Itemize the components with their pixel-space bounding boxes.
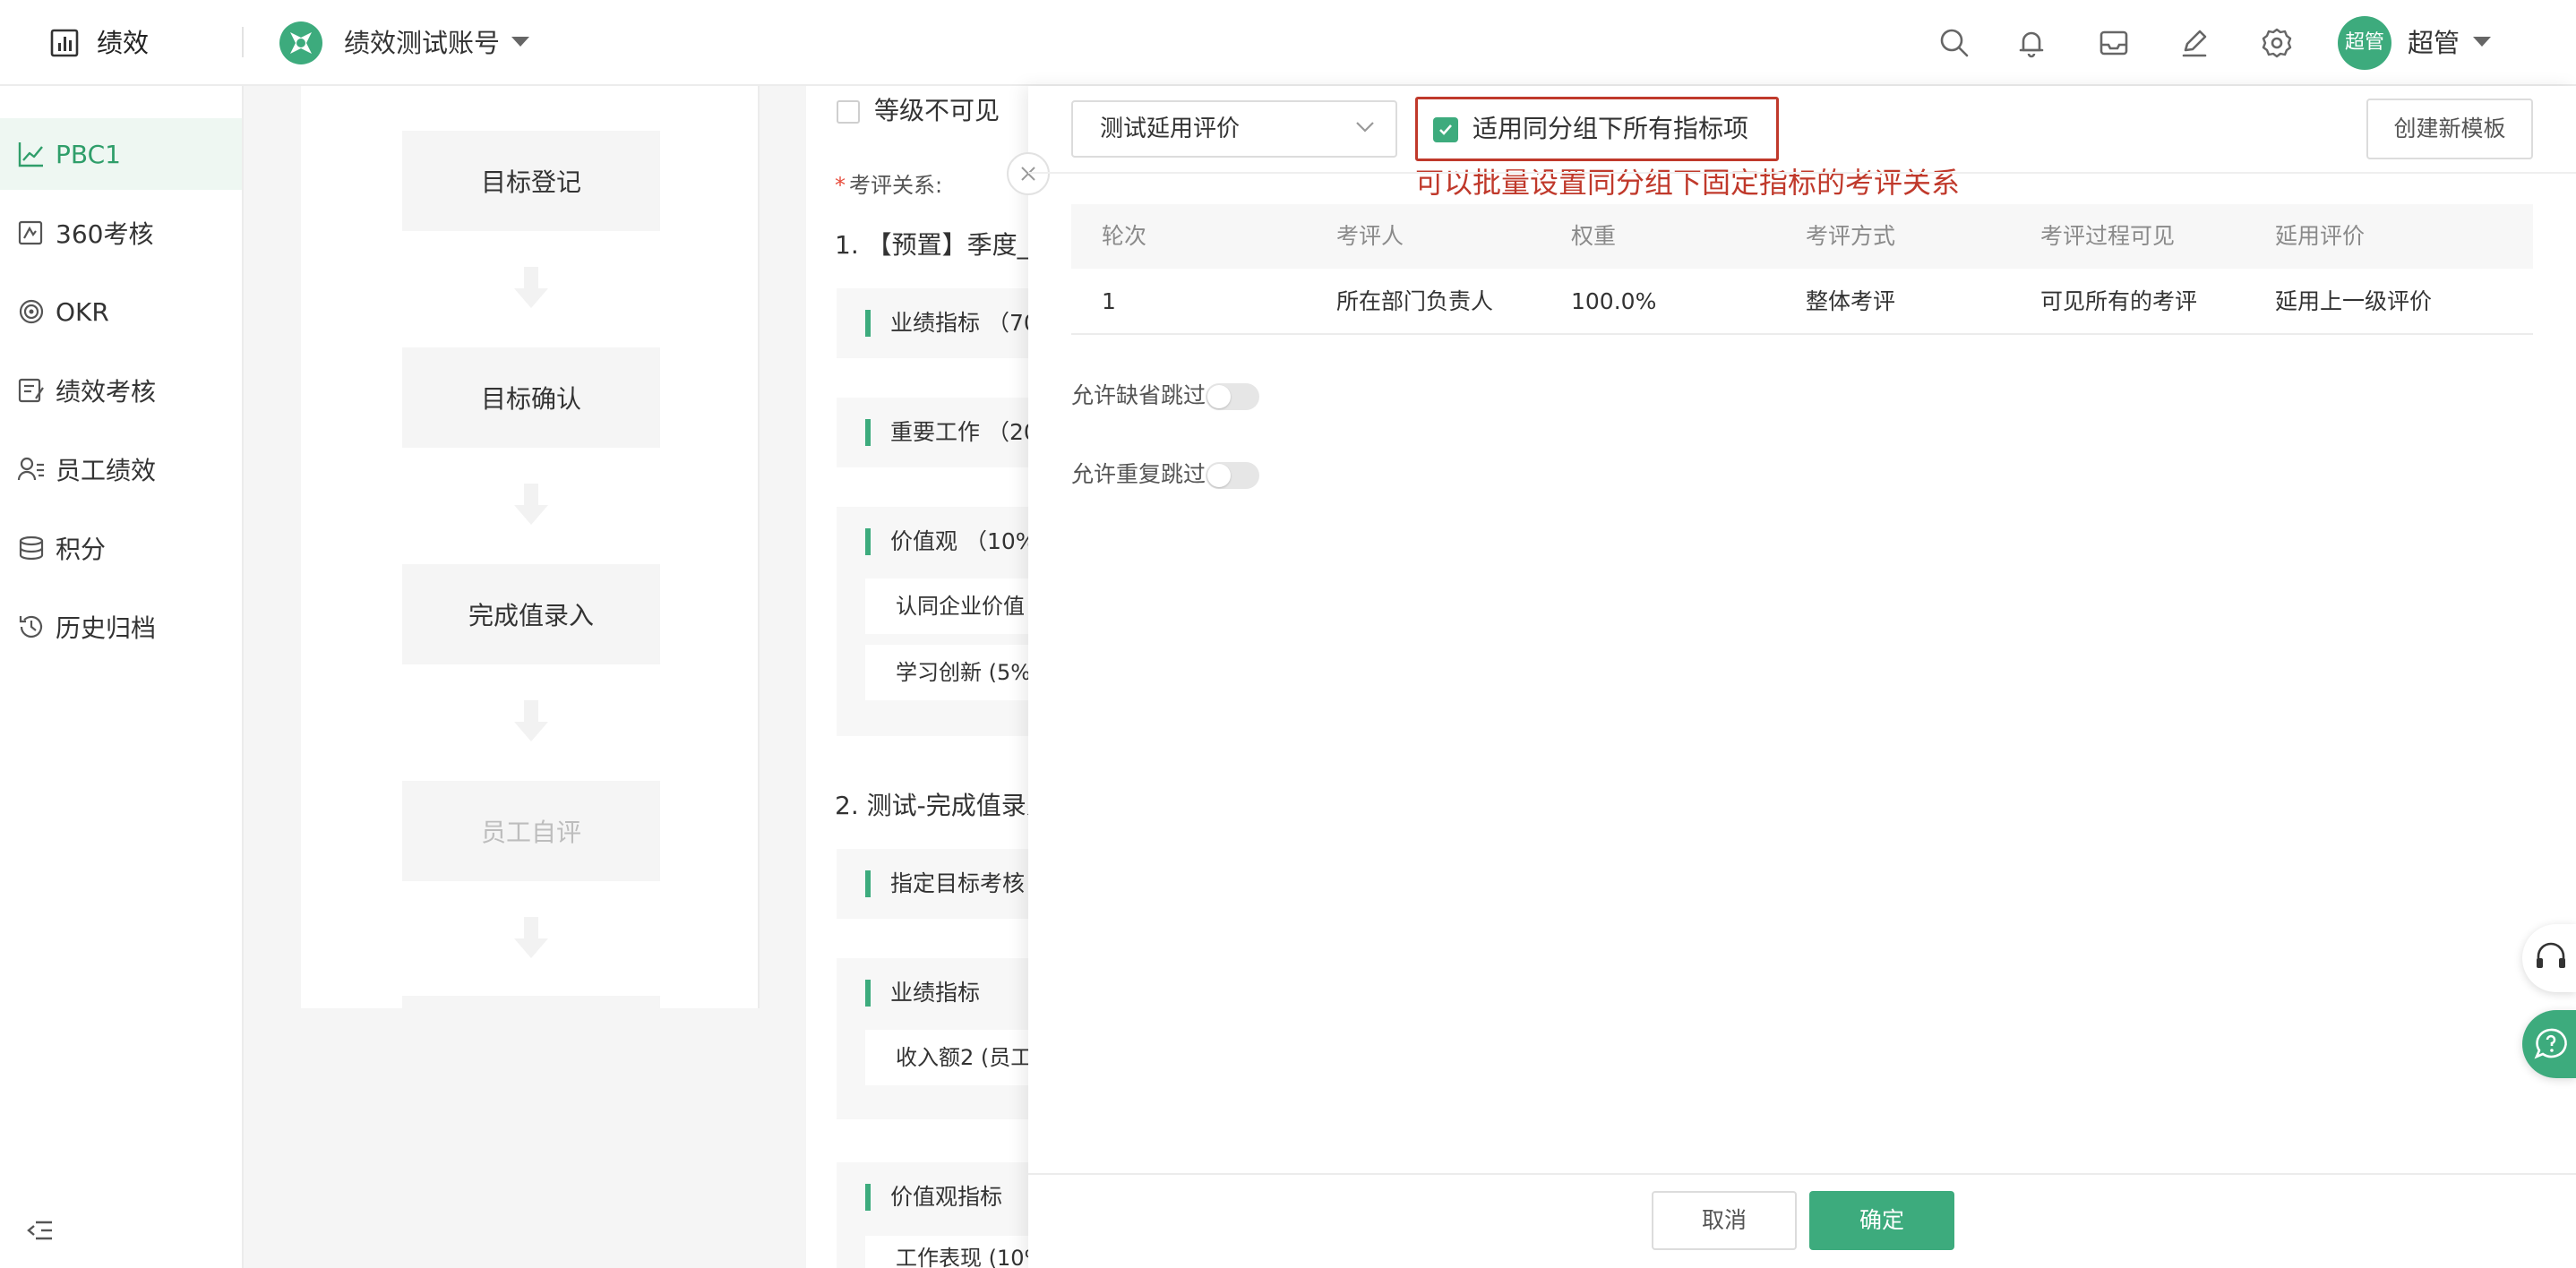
flow-step-next — [402, 996, 660, 1010]
column-header: 考评方式 — [1806, 223, 1896, 249]
bar-chart-icon — [48, 27, 81, 59]
column-header: 延用评价 — [2275, 223, 2366, 249]
app-name[interactable]: 绩效 — [97, 23, 149, 63]
search-icon[interactable] — [1936, 25, 1972, 61]
form-icon — [16, 375, 47, 406]
cancel-button[interactable]: 取消 — [1652, 1191, 1797, 1250]
level-invisible-checkbox[interactable] — [837, 100, 860, 124]
flow-step-target-confirm[interactable]: 目标确认 — [402, 347, 660, 448]
coins-icon — [16, 533, 47, 563]
flow-step-value-entry[interactable]: 完成值录入 — [402, 564, 660, 664]
close-icon — [1019, 165, 1037, 183]
review-icon — [16, 218, 47, 248]
required-mark: * — [835, 173, 846, 198]
table-cell: 可见所有的考评 — [2040, 288, 2198, 314]
user-list-icon — [16, 454, 47, 484]
table-cell: 整体考评 — [1806, 288, 1896, 314]
sidebar-item-label: 360考核 — [56, 219, 154, 249]
sidebar-item-pbc1[interactable]: PBC1 — [0, 118, 242, 190]
headset-icon — [2533, 940, 2569, 976]
allow-skip-repeat-label: 允许重复跳过 — [1071, 461, 1206, 487]
user-name[interactable]: 超管 — [2408, 23, 2460, 63]
chart-line-icon — [16, 139, 47, 169]
gear-icon[interactable] — [2259, 25, 2295, 61]
sidebar-item-label: PBC1 — [56, 139, 121, 169]
column-header: 轮次 — [1102, 223, 1147, 249]
chat-help-icon — [2533, 1026, 2569, 1062]
sidebar-item-360[interactable]: 360考核 — [0, 197, 242, 269]
arrow-down-icon — [511, 700, 552, 743]
inbox-icon[interactable] — [2096, 25, 2132, 61]
table-cell: 1 — [1102, 288, 1116, 314]
review-relation-label: 考评关系: — [849, 173, 943, 198]
column-header: 权重 — [1571, 223, 1617, 249]
sidebar-item-points[interactable]: 积分 — [0, 512, 242, 584]
bell-icon[interactable] — [2014, 25, 2049, 61]
sidebar-item-label: 绩效考核 — [56, 377, 157, 407]
table-header: 轮次 考评人 权重 考评方式 考评过程可见 延用评价 — [1071, 204, 2533, 269]
user-caret-down-icon[interactable] — [2472, 36, 2492, 48]
level-invisible-label: 等级不可见 — [874, 96, 1000, 125]
apply-all-checkbox[interactable] — [1433, 117, 1458, 142]
history-icon — [16, 612, 47, 642]
company-logo — [278, 20, 324, 66]
table-cell: 所在部门负责人 — [1336, 288, 1494, 314]
chevron-down-icon[interactable] — [1354, 120, 1376, 134]
apply-all-label[interactable]: 适用同分组下所有指标项 — [1473, 109, 1748, 149]
collapse-sidebar-icon[interactable] — [23, 1214, 56, 1247]
toggle-knob — [1207, 385, 1231, 408]
sidebar-item-employee-performance[interactable]: 员工绩效 — [0, 433, 242, 505]
arrow-down-icon — [511, 267, 552, 310]
column-header: 考评过程可见 — [2040, 223, 2176, 249]
sidebar-item-history[interactable]: 历史归档 — [0, 591, 242, 663]
avatar[interactable]: 超管 — [2338, 16, 2391, 70]
arrow-down-icon — [511, 917, 552, 960]
group-title: 2. 测试-完成值录入 — [835, 791, 1052, 820]
confirm-button[interactable]: 确定 — [1809, 1191, 1954, 1250]
create-template-button[interactable]: 创建新模板 — [2366, 99, 2533, 159]
annotation-text: 可以批量设置同分组下固定指标的考评关系 — [1415, 166, 1961, 200]
close-button[interactable] — [1007, 152, 1050, 195]
footer-divider — [1028, 1173, 2576, 1175]
sidebar-item-label: OKR — [56, 296, 109, 327]
arrow-down-icon — [511, 484, 552, 527]
table-cell: 延用上一级评价 — [2275, 288, 2433, 314]
group-title: 1. 【预置】季度_ — [835, 230, 1030, 260]
sidebar-item-performance-review[interactable]: 绩效考核 — [0, 355, 242, 426]
caret-down-icon[interactable] — [511, 36, 530, 48]
allow-skip-repeat-toggle[interactable] — [1206, 462, 1259, 489]
table-row[interactable]: 1 所在部门负责人 100.0% 整体考评 可见所有的考评 延用上一级评价 — [1071, 269, 2533, 335]
sidebar-item-label: 员工绩效 — [56, 456, 157, 485]
toggle-knob — [1207, 464, 1231, 487]
flow-step-target-register[interactable]: 目标登记 — [402, 131, 660, 231]
edit-icon[interactable] — [2177, 25, 2212, 61]
allow-skip-default-label: 允许缺省跳过 — [1071, 382, 1206, 408]
account-switcher[interactable]: 绩效测试账号 — [344, 23, 500, 63]
table-cell: 100.0% — [1571, 288, 1657, 314]
sidebar-item-label: 历史归档 — [56, 613, 157, 643]
divider — [1028, 172, 2576, 174]
allow-skip-default-toggle[interactable] — [1206, 383, 1259, 410]
header-divider — [242, 27, 244, 57]
target-icon — [16, 296, 47, 327]
template-select[interactable]: 测试延用评价 — [1071, 100, 1397, 158]
flow-step-self-review[interactable]: 员工自评 — [402, 781, 660, 881]
sidebar-item-label: 积分 — [56, 535, 107, 564]
sidebar-item-okr[interactable]: OKR — [0, 276, 242, 347]
column-header: 考评人 — [1336, 223, 1404, 249]
